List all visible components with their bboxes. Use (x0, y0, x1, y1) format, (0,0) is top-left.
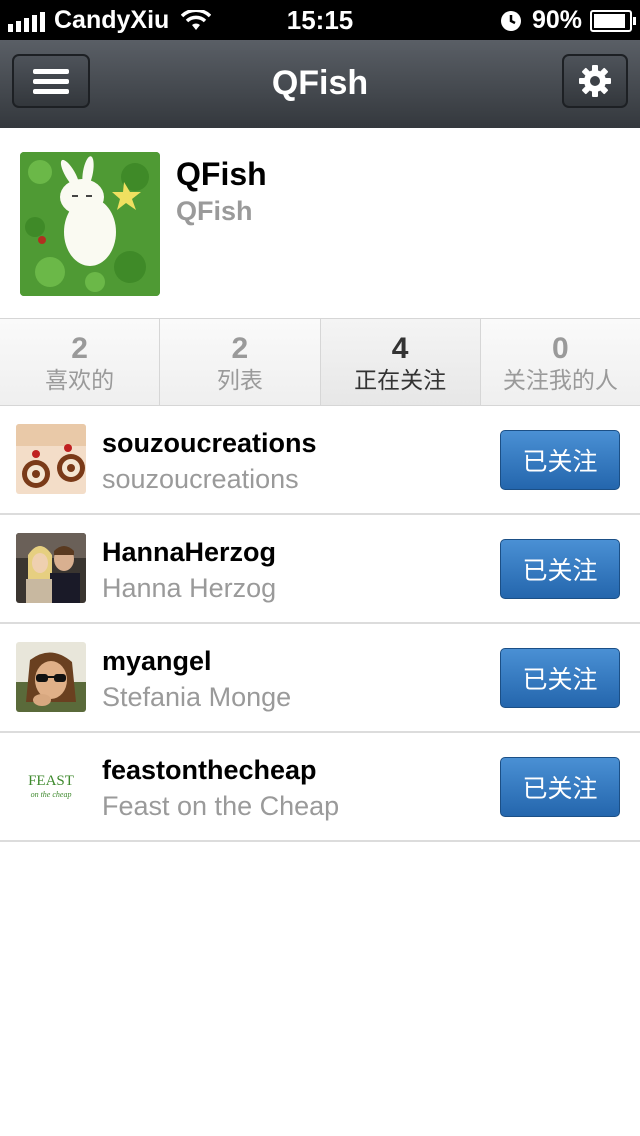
cake-earrings-avatar-image (16, 424, 86, 494)
full-name: Hanna Herzog (102, 573, 277, 603)
logo-subtext: on the cheap (31, 790, 72, 799)
username: myangel (102, 646, 212, 676)
profile-avatar[interactable] (20, 152, 160, 296)
couple-photo-avatar-image (16, 533, 86, 603)
tab-label: 关注我的人 (502, 367, 618, 393)
woman-sunglasses-avatar-image (16, 642, 86, 712)
tab-followers[interactable]: 0 关注我的人 (480, 319, 640, 405)
following-button[interactable]: 已关注 (500, 430, 620, 490)
tab-label: 喜欢的 (45, 367, 115, 393)
list-item[interactable]: HannaHerzog Hanna Herzog 已关注 (0, 515, 640, 624)
list-item[interactable]: myangel Stefania Monge 已关注 (0, 624, 640, 733)
full-name: souzoucreations (102, 464, 299, 494)
tab-count: 2 (231, 332, 249, 365)
logo-text: FEAST (28, 773, 74, 789)
user-avatar[interactable] (16, 642, 86, 712)
tab-count: 2 (71, 332, 88, 365)
tab-following[interactable]: 4 正在关注 (320, 319, 481, 405)
profile-tabs: 2 喜欢的 2 列表 4 正在关注 0 关注我的人 (0, 318, 640, 406)
username: HannaHerzog (102, 537, 277, 567)
tab-likes[interactable]: 2 喜欢的 (0, 319, 161, 405)
battery-icon (590, 9, 636, 32)
tab-count: 0 (552, 332, 569, 365)
rabbit-avatar-image (20, 152, 160, 296)
user-avatar[interactable] (16, 533, 86, 603)
gear-icon (579, 65, 611, 97)
full-name: Stefania Monge (102, 682, 292, 712)
following-button[interactable]: 已关注 (500, 648, 620, 708)
following-list: souzoucreations souzoucreations 已关注 Hann… (0, 406, 640, 842)
tab-count: 4 (391, 332, 409, 365)
page-title: QFish (271, 64, 369, 102)
username: feastonthecheap (102, 755, 317, 785)
navigation-bar: QFish (0, 40, 640, 129)
list-item[interactable]: FEAST on the cheap feastonthecheap Feast… (0, 733, 640, 842)
following-button[interactable]: 已关注 (500, 539, 620, 599)
battery-percent: 90% (531, 6, 582, 34)
battery-indicator: 90% (500, 6, 636, 35)
feast-logo-avatar-image: FEAST on the cheap (16, 751, 86, 821)
user-avatar[interactable]: FEAST on the cheap (16, 751, 86, 821)
tab-lists[interactable]: 2 列表 (160, 319, 321, 405)
profile-handle: QFish (176, 196, 253, 226)
user-avatar[interactable] (16, 424, 86, 494)
alarm-clock-icon (500, 10, 521, 31)
tab-label: 正在关注 (354, 367, 447, 393)
list-item[interactable]: souzoucreations souzoucreations 已关注 (0, 406, 640, 515)
status-bar: CandyXiu 15:15 90% (0, 0, 640, 40)
settings-button[interactable] (562, 54, 628, 108)
profile-header: QFish QFish (0, 128, 640, 318)
full-name: Feast on the Cheap (102, 791, 340, 821)
following-button[interactable]: 已关注 (500, 757, 620, 817)
profile-name: QFish (176, 156, 267, 192)
tab-label: 列表 (216, 367, 263, 393)
username: souzoucreations (102, 428, 317, 458)
